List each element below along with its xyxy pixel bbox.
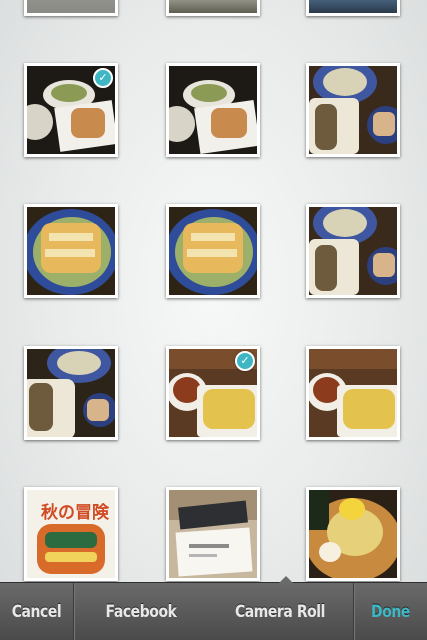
photo-thumbnail[interactable] [166,0,260,16]
photo-thumbnail[interactable]: ✓ [166,346,260,440]
photo-thumbnail[interactable] [24,204,118,298]
photo-thumbnail[interactable] [24,346,118,440]
photo-thumbnail[interactable]: 秋の冒険 [24,487,118,581]
bottom-toolbar: Cancel Facebook Camera Roll Done [0,576,427,640]
toolbar-divider [353,583,355,640]
facebook-tab[interactable]: Facebook [87,583,195,640]
photo-thumbnail[interactable] [306,63,400,157]
selected-check-icon: ✓ [93,68,113,88]
photo-thumbnail[interactable] [306,204,400,298]
done-button[interactable]: Done [361,583,419,640]
cancel-button[interactable]: Cancel [7,583,67,640]
photo-thumbnail[interactable] [166,204,260,298]
photo-thumbnail[interactable] [306,0,400,16]
photo-thumbnail[interactable] [24,0,118,16]
photo-grid: ✓ ✓ 秋の冒険 [0,0,427,582]
photo-thumbnail[interactable] [166,63,260,157]
photo-thumbnail[interactable] [306,487,400,581]
selected-check-icon: ✓ [235,351,255,371]
active-tab-pointer [279,576,293,583]
camera-roll-tab[interactable]: Camera Roll [220,583,340,640]
photo-thumbnail[interactable] [306,346,400,440]
book-cover-title: 秋の冒険 [41,503,109,523]
photo-thumbnail[interactable]: ✓ [24,63,118,157]
toolbar-divider [73,583,75,640]
photo-thumbnail[interactable] [166,487,260,581]
